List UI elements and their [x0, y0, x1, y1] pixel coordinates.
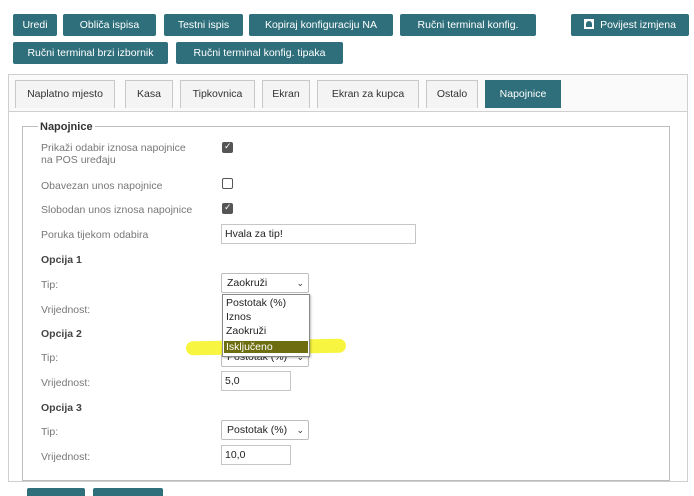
dropdown-option-postotak[interactable]: Postotak (%) [226, 297, 286, 309]
message-input[interactable]: Hvala za tip! [221, 224, 416, 244]
mandatory-tip-label: Obavezan unos napojnice [41, 180, 163, 192]
option3-type-select[interactable]: Postotak (%) ⌄ [221, 420, 309, 440]
option3-type-label: Tip: [41, 426, 59, 438]
handheld-config-button[interactable]: Ručni terminal konfig. [400, 14, 536, 36]
option3-value-input[interactable]: 10,0 [221, 445, 291, 465]
message-label: Poruka tijekom odabira [41, 229, 149, 241]
show-tip-label-line2: na POS uređaju [41, 154, 116, 166]
dropdown-option-zaokruzi[interactable]: Zaokruži [226, 325, 266, 337]
option2-type-label: Tip: [41, 352, 59, 364]
bottom-button-2[interactable] [93, 488, 163, 496]
handheld-key-config-button[interactable]: Ručni terminal konfig. tipaka [176, 42, 343, 64]
show-tip-label-line1: Prikaži odabir iznosa napojnice [41, 142, 186, 154]
tab-ostalo[interactable]: Ostalo [426, 80, 478, 108]
tab-ekran-za-kupca[interactable]: Ekran za kupca [317, 80, 419, 108]
tab-naplatno-mjesto[interactable]: Naplatno mjesto [15, 80, 115, 108]
user-icon [584, 19, 595, 29]
show-tip-checkbox[interactable] [222, 141, 233, 153]
option1-dropdown-list: Postotak (%) Iznos Zaokruži Isključeno [222, 294, 310, 357]
bottom-button-1[interactable] [27, 488, 85, 496]
show-tip-label: Prikaži odabir iznosa napojnice na POS u… [41, 142, 186, 166]
change-history-button[interactable]: Povijest izmjena [571, 14, 689, 36]
chevron-down-icon: ⌄ [296, 278, 304, 288]
edit-button[interactable]: Uredi [13, 14, 57, 36]
test-print-button[interactable]: Testni ispis [164, 14, 243, 36]
option3-type-value: Postotak (%) [227, 424, 288, 436]
copy-config-button[interactable]: Kopiraj konfiguraciju NA [249, 14, 393, 36]
print-format-button[interactable]: Obliča ispisa [63, 14, 156, 36]
option1-type-value: Zaokruži [227, 277, 268, 289]
option1-type-select[interactable]: Zaokruži ⌄ [221, 273, 309, 293]
mandatory-tip-checkbox[interactable] [222, 178, 233, 189]
option1-title: Opcija 1 [41, 254, 82, 266]
chevron-down-icon: ⌄ [296, 425, 304, 435]
option1-type-label: Tip: [41, 279, 59, 291]
free-entry-checkbox[interactable] [222, 202, 233, 214]
option2-value-input[interactable]: 5,0 [221, 371, 291, 391]
handheld-quick-menu-button[interactable]: Ručni terminal brzi izbornik [13, 42, 168, 64]
option1-value-label: Vrijednost: [41, 304, 91, 316]
free-entry-label: Slobodan unos iznosa napojnice [41, 204, 193, 216]
tab-kasa[interactable]: Kasa [125, 80, 173, 108]
fieldset-legend: Napojnice [38, 121, 95, 133]
tab-napojnice[interactable]: Napojnice [485, 80, 561, 108]
dropdown-option-iskljuceno[interactable]: Isključeno [224, 341, 308, 353]
option3-title: Opcija 3 [41, 402, 82, 414]
tab-tipkovnica[interactable]: Tipkovnica [180, 80, 255, 108]
change-history-label: Povijest izmjena [600, 19, 676, 31]
option2-title: Opcija 2 [41, 328, 82, 340]
dropdown-option-iznos[interactable]: Iznos [226, 311, 251, 323]
tab-ekran[interactable]: Ekran [262, 80, 310, 108]
option3-value-label: Vrijednost: [41, 451, 91, 463]
option2-value-label: Vrijednost: [41, 377, 91, 389]
